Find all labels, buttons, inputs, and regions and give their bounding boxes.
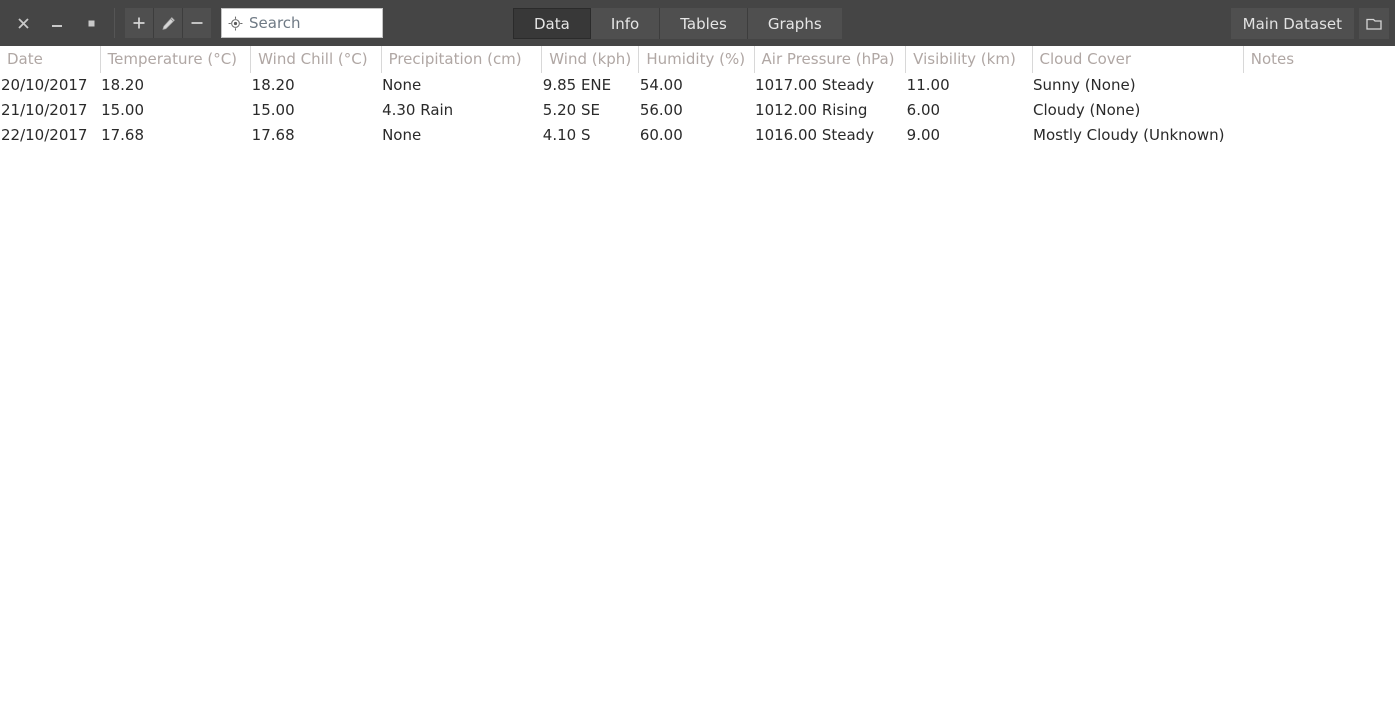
header-row: Date Temperature (°C) Wind Chill (°C) Pr… <box>0 46 1395 73</box>
cell-date: 21/10/2017 <box>1 101 88 119</box>
column-header-cloud-cover[interactable]: Cloud Cover <box>1032 46 1244 73</box>
weather-data-table: Date Temperature (°C) Wind Chill (°C) Pr… <box>0 46 1395 148</box>
column-header-precipitation[interactable]: Precipitation (cm) <box>381 46 543 73</box>
search-box[interactable] <box>221 8 383 38</box>
cell-wind: 4.10 S <box>542 126 591 144</box>
cell-wind: 5.20 SE <box>542 101 600 119</box>
column-header-temperature[interactable]: Temperature (°C) <box>100 46 252 73</box>
table-row[interactable]: 22/10/2017 17.68 17.68 None 4.10 S 60.00… <box>0 123 1395 148</box>
open-dataset-button[interactable] <box>1359 8 1389 39</box>
cell-date: 22/10/2017 <box>1 126 88 144</box>
cell-temperature: 17.68 <box>101 126 145 144</box>
dataset-button[interactable]: Main Dataset <box>1230 8 1354 39</box>
cell-humidity: 54.00 <box>639 76 683 94</box>
cell-precipitation: None <box>382 76 422 94</box>
cell-notes <box>1243 98 1395 123</box>
pencil-icon <box>162 16 175 30</box>
column-header-wind[interactable]: Wind (kph) <box>541 46 640 73</box>
tab-data[interactable]: Data <box>513 8 591 39</box>
main-tabs: Data Info Tables Graphs <box>513 8 842 39</box>
cell-humidity: 60.00 <box>639 126 683 144</box>
folder-open-icon <box>1366 18 1382 30</box>
cell-wind-chill: 18.20 <box>251 76 295 94</box>
column-header-humidity[interactable]: Humidity (%) <box>638 46 755 73</box>
cell-air-pressure: 1017.00 Steady <box>755 76 875 94</box>
minimize-icon <box>52 24 62 27</box>
table-body: 20/10/2017 18.20 18.20 None 9.85 ENE 54.… <box>0 73 1395 148</box>
column-header-visibility[interactable]: Visibility (km) <box>905 46 1033 73</box>
cell-temperature: 15.00 <box>101 101 145 119</box>
tab-tables[interactable]: Tables <box>660 8 748 39</box>
cell-notes <box>1243 73 1395 98</box>
cell-wind-chill: 17.68 <box>251 126 295 144</box>
column-header-air-pressure[interactable]: Air Pressure (hPa) <box>754 46 907 73</box>
record-tools <box>125 8 211 38</box>
cell-cloud-cover: Mostly Cloudy (Unknown) <box>1033 126 1225 144</box>
remove-record-button[interactable] <box>183 8 211 38</box>
table-header: Date Temperature (°C) Wind Chill (°C) Pr… <box>0 46 1395 73</box>
search-input[interactable] <box>249 14 376 32</box>
edit-record-button[interactable] <box>154 8 183 38</box>
cell-visibility: 6.00 <box>906 101 941 119</box>
close-icon <box>17 17 29 29</box>
cell-wind-chill: 15.00 <box>251 101 295 119</box>
data-table-area: Date Temperature (°C) Wind Chill (°C) Pr… <box>0 46 1395 704</box>
table-row[interactable]: 21/10/2017 15.00 15.00 4.30 Rain 5.20 SE… <box>0 98 1395 123</box>
toolbar-divider <box>114 8 115 38</box>
cell-air-pressure: 1012.00 Rising <box>755 101 868 119</box>
column-header-wind-chill[interactable]: Wind Chill (°C) <box>250 46 382 73</box>
target-icon <box>228 16 243 30</box>
minimize-button[interactable] <box>40 8 74 38</box>
cell-cloud-cover: Cloudy (None) <box>1033 101 1141 119</box>
cell-notes <box>1243 123 1395 148</box>
cell-visibility: 9.00 <box>906 126 941 144</box>
minus-icon <box>191 22 203 24</box>
column-header-notes[interactable]: Notes <box>1243 46 1395 73</box>
cell-precipitation: 4.30 Rain <box>382 101 454 119</box>
cell-precipitation: None <box>382 126 422 144</box>
tab-info[interactable]: Info <box>590 8 661 39</box>
cell-visibility: 11.00 <box>906 76 950 94</box>
cell-date: 20/10/2017 <box>1 76 88 94</box>
column-header-date[interactable]: Date <box>0 46 101 73</box>
plus-icon <box>133 17 145 29</box>
cell-temperature: 18.20 <box>101 76 145 94</box>
add-record-button[interactable] <box>125 8 154 38</box>
table-row[interactable]: 20/10/2017 18.20 18.20 None 9.85 ENE 54.… <box>0 73 1395 98</box>
cell-wind: 9.85 ENE <box>542 76 612 94</box>
window-controls <box>0 8 108 38</box>
dataset-controls: Main Dataset <box>1230 8 1389 39</box>
close-button[interactable] <box>6 8 40 38</box>
titlebar: Data Info Tables Graphs Main Dataset <box>0 0 1395 46</box>
cell-air-pressure: 1016.00 Steady <box>755 126 875 144</box>
cell-humidity: 56.00 <box>639 101 683 119</box>
maximize-icon <box>88 20 94 26</box>
cell-cloud-cover: Sunny (None) <box>1033 76 1136 94</box>
tab-graphs[interactable]: Graphs <box>747 8 842 39</box>
maximize-button[interactable] <box>74 8 108 38</box>
